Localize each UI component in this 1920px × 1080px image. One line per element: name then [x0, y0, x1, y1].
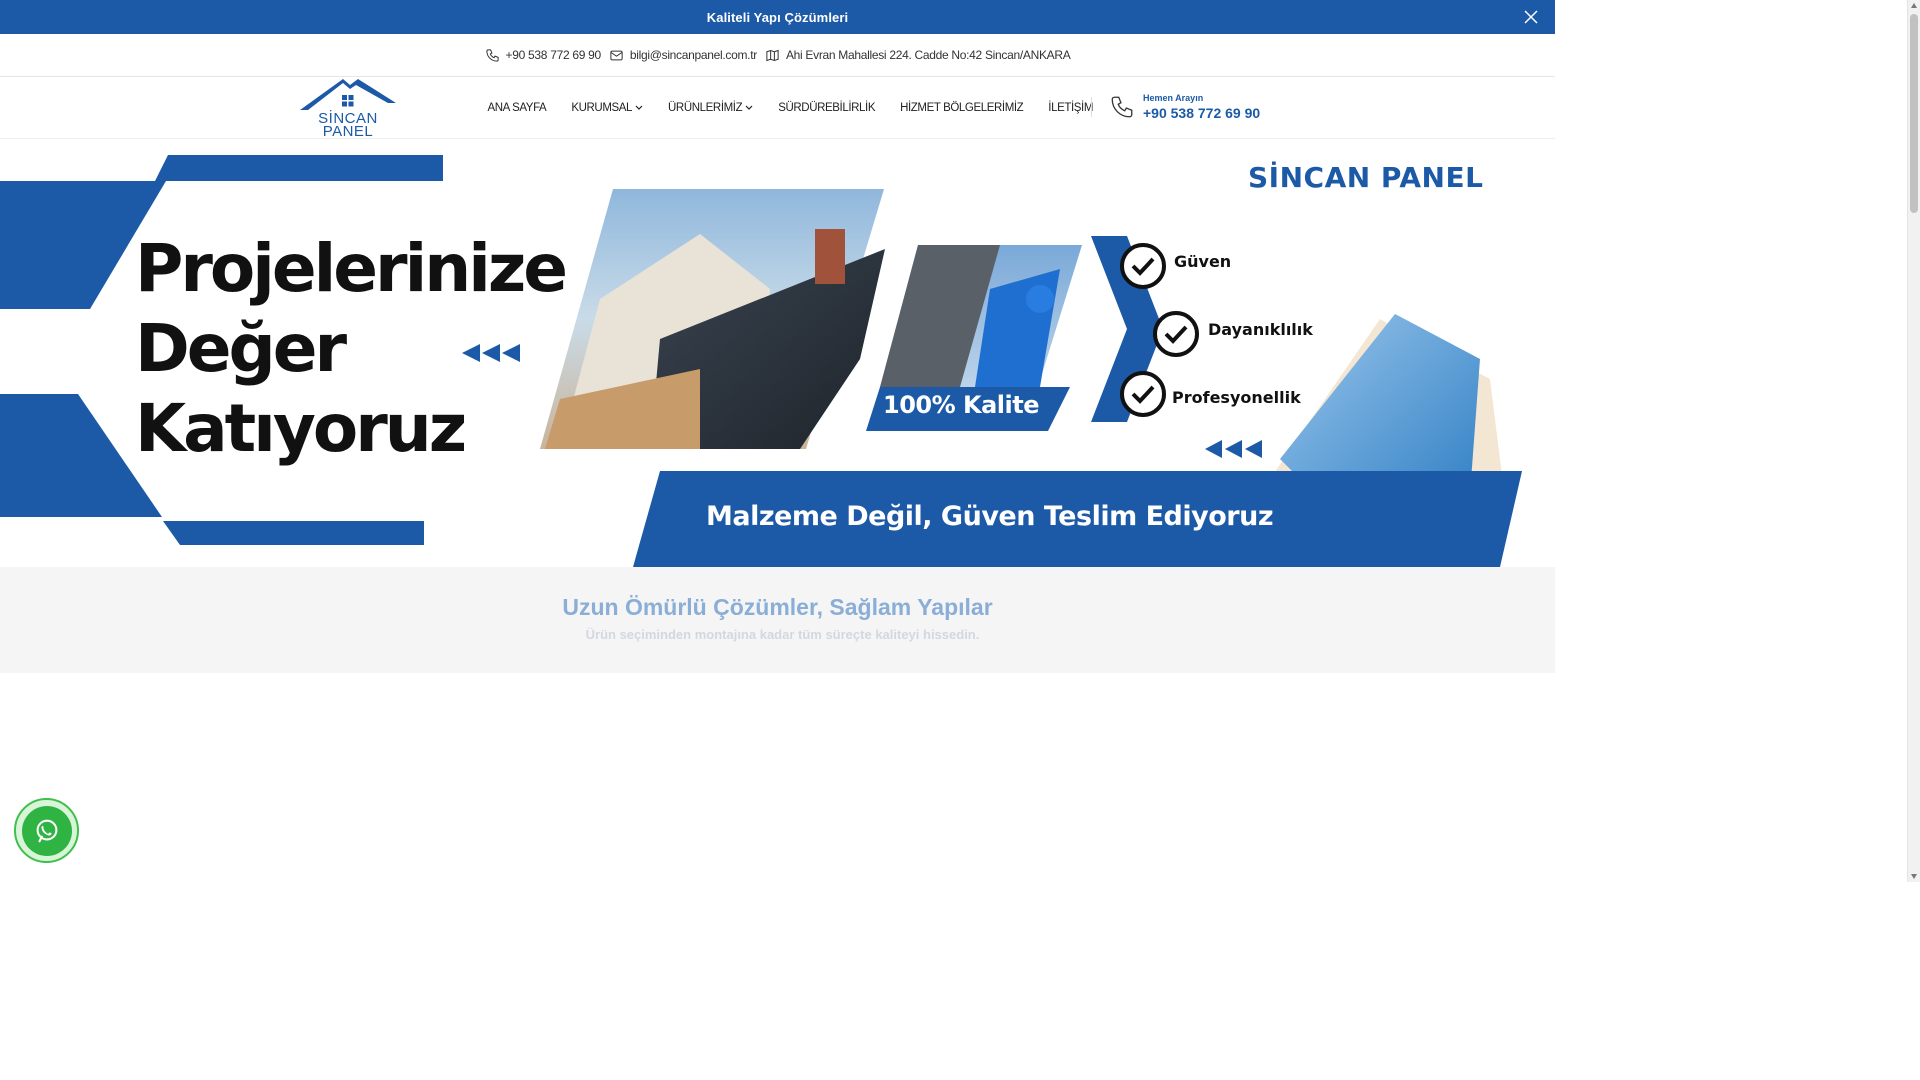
scroll-down-icon[interactable] — [1911, 874, 1917, 879]
house-roof-icon — [300, 79, 396, 110]
nav-item-iletisim[interactable]: İLETİŞİM — [1036, 102, 1106, 114]
hero-slogan: Malzeme Değil, Güven Teslim Ediyoruz — [706, 501, 1274, 532]
chevron-down-icon — [635, 105, 643, 110]
phone-icon — [485, 48, 499, 62]
scroll-thumb[interactable] — [1910, 14, 1918, 213]
page: Kaliteli Yapı Çözümleri +90 538 772 69 9… — [0, 0, 1555, 882]
section-subtitle: Ürün seçiminden montajına kadar tüm süre… — [585, 627, 980, 642]
section-title: Uzun Ömürlü Çözümler, Sağlam Yapılar — [562, 594, 993, 620]
chevron-down-icon — [745, 105, 753, 110]
hero-title: Projelerinize Değer Katıyoruz — [135, 229, 568, 469]
hero-title-line: Değer — [135, 310, 347, 387]
contact-email-text: bilgi@sincanpanel.com.tr — [629, 48, 757, 62]
contact-phone-text: +90 538 772 69 90 — [505, 48, 602, 62]
scroll-up-icon[interactable] — [1911, 3, 1917, 8]
logo-line2: PANEL — [322, 123, 374, 140]
contact-email[interactable]: bilgi@sincanpanel.com.tr — [609, 48, 757, 63]
whatsapp-button[interactable] — [14, 798, 79, 863]
call-now[interactable]: Hemen Arayın +90 538 772 69 90 — [1109, 93, 1260, 121]
nav-item-surdurebilirlik[interactable]: SÜRDÜREBİLİRLİK — [766, 102, 888, 114]
announcement-bar: Kaliteli Yapı Çözümleri — [0, 0, 1555, 34]
nav-item-urunlerimiz[interactable]: ÜRÜNLERİMİZ — [656, 102, 766, 114]
contact-address-text: Ahi Evran Mahallesi 224. Cadde No:42 Sin… — [785, 48, 1071, 62]
map-icon — [766, 49, 779, 61]
intro-section: Uzun Ömürlü Çözümler, Sağlam Yapılar Ürü… — [0, 567, 1555, 673]
announcement-text: Kaliteli Yapı Çözümleri — [706, 9, 849, 25]
whatsapp-icon — [36, 819, 57, 842]
hero-banner[interactable]: Projelerinize Değer Katıyoruz SİNCAN PAN… — [0, 139, 1555, 567]
nav-item-label: ÜRÜNLERİMİZ — [668, 102, 743, 114]
site-header: SİNCAN PANEL ANA SAYFA KURUMSAL ÜRÜNLERİ… — [0, 77, 1555, 139]
nav-divider — [1091, 97, 1092, 117]
check-label-profesyonellik: Profesyonellik — [1172, 388, 1301, 407]
contact-bar: +90 538 772 69 90 bilgi@sincanpanel.com.… — [0, 34, 1555, 77]
hero-title-line: Katıyoruz — [135, 390, 467, 467]
quality-badge: 100% Kalite — [883, 391, 1040, 419]
call-number: +90 538 772 69 90 — [1143, 105, 1261, 121]
scrollbar[interactable] — [1907, 0, 1920, 882]
check-label-guven: Güven — [1174, 252, 1232, 271]
hero-brand: SİNCAN PANEL — [1248, 161, 1484, 194]
nav-item-label: İLETİŞİM — [1048, 102, 1094, 114]
nav-item-label: KURUMSAL — [571, 102, 633, 114]
nav-item-ana-sayfa[interactable]: ANA SAYFA — [475, 102, 559, 114]
nav-item-kurumsal[interactable]: KURUMSAL — [559, 102, 656, 114]
call-text: Hemen Arayın +90 538 772 69 90 — [1143, 93, 1260, 121]
logo[interactable]: SİNCAN PANEL — [298, 77, 398, 139]
phone-icon — [1111, 96, 1133, 118]
contact-phone[interactable]: +90 538 772 69 90 — [485, 48, 601, 63]
whatsapp-button-inner — [21, 805, 72, 856]
nav-item-hizmet-bolgelerimiz[interactable]: HİZMET BÖLGELERİMİZ — [888, 102, 1036, 114]
nav-item-label: SÜRDÜREBİLİRLİK — [778, 102, 876, 114]
main-nav: ANA SAYFA KURUMSAL ÜRÜNLERİMİZ SÜRDÜREBİ… — [475, 77, 1106, 139]
call-label: Hemen Arayın — [1143, 93, 1204, 103]
check-label-dayaniklilik: Dayanıklılık — [1208, 320, 1313, 339]
mail-icon — [610, 50, 623, 60]
contact-address[interactable]: Ahi Evran Mahallesi 224. Cadde No:42 Sin… — [765, 48, 1071, 63]
nav-item-label: HİZMET BÖLGELERİMİZ — [900, 102, 1024, 114]
hero-title-line: Projelerinize — [135, 230, 568, 307]
nav-item-label: ANA SAYFA — [487, 102, 547, 114]
close-icon[interactable] — [1523, 9, 1539, 25]
